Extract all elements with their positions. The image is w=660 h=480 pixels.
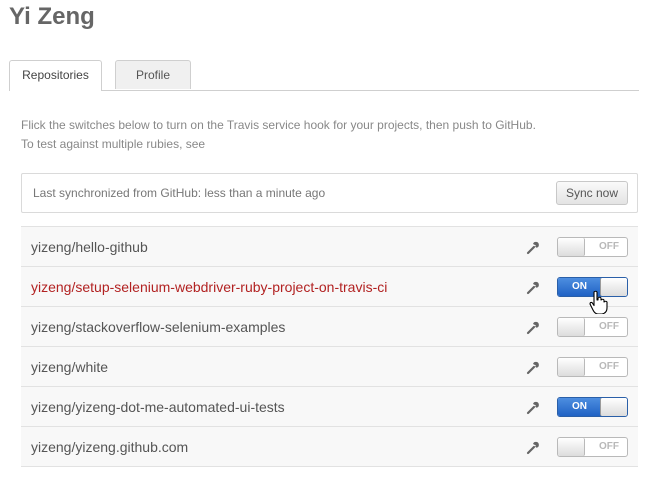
hook-toggle-switch[interactable]: OFF	[557, 437, 628, 457]
repo-name[interactable]: yizeng/yizeng.github.com	[31, 439, 188, 455]
intro-text: Flick the switches below to turn on the …	[21, 116, 621, 154]
wrench-icon[interactable]	[525, 359, 541, 375]
repo-row: yizeng/setup-selenium-webdriver-ruby-pro…	[21, 267, 638, 307]
tab-profile[interactable]: Profile	[115, 60, 191, 89]
wrench-icon[interactable]	[525, 399, 541, 415]
switch-knob[interactable]	[558, 438, 585, 456]
repo-row: yizeng/stackoverflow-selenium-examples OF…	[21, 307, 638, 347]
wrench-icon[interactable]	[525, 239, 541, 255]
switch-state-label: OFF	[599, 441, 619, 452]
hook-toggle-switch[interactable]: OFF	[557, 237, 628, 257]
switch-knob[interactable]	[558, 358, 585, 376]
wrench-icon[interactable]	[525, 439, 541, 455]
wrench-icon[interactable]	[525, 319, 541, 335]
repo-row: yizeng/yizeng.github.com OFF	[21, 427, 638, 467]
hand-cursor-icon	[589, 290, 608, 314]
tab-repositories[interactable]: Repositories	[9, 60, 102, 91]
repo-row: yizeng/white OFF	[21, 347, 638, 387]
switch-state-label: OFF	[599, 241, 619, 252]
switch-knob[interactable]	[558, 318, 585, 336]
repo-name[interactable]: yizeng/stackoverflow-selenium-examples	[31, 319, 285, 335]
intro-line-1: Flick the switches below to turn on the …	[21, 118, 536, 132]
sync-panel: Last synchronized from GitHub: less than…	[21, 173, 638, 213]
intro-line-2: To test against multiple rubies, see	[21, 137, 206, 151]
repo-name[interactable]: yizeng/white	[31, 359, 108, 375]
repository-list: yizeng/hello-github OFF yizeng/setup-selen…	[21, 226, 638, 467]
repo-name[interactable]: yizeng/hello-github	[31, 239, 148, 255]
switch-state-label: OFF	[599, 361, 619, 372]
hook-toggle-switch[interactable]: ON	[557, 397, 628, 417]
switch-state-label: ON	[572, 281, 587, 292]
switch-state-label: OFF	[599, 321, 619, 332]
sync-status: Last synchronized from GitHub: less than…	[33, 186, 326, 200]
repo-name[interactable]: yizeng/setup-selenium-webdriver-ruby-pro…	[31, 279, 387, 295]
switch-state-label: ON	[572, 401, 587, 412]
switch-knob[interactable]	[600, 398, 627, 416]
repo-name[interactable]: yizeng/yizeng-dot-me-automated-ui-tests	[31, 399, 285, 415]
switch-knob[interactable]	[558, 238, 585, 256]
repo-row: yizeng/yizeng-dot-me-automated-ui-tests O…	[21, 387, 638, 427]
repo-row: yizeng/hello-github OFF	[21, 227, 638, 267]
tab-bar: Repositories Profile	[9, 60, 639, 91]
wrench-icon[interactable]	[525, 279, 541, 295]
hook-toggle-switch[interactable]: OFF	[557, 317, 628, 337]
page-title: Yi Zeng	[9, 3, 95, 30]
sync-now-button[interactable]: Sync now	[556, 181, 628, 205]
hook-toggle-switch[interactable]: OFF	[557, 357, 628, 377]
